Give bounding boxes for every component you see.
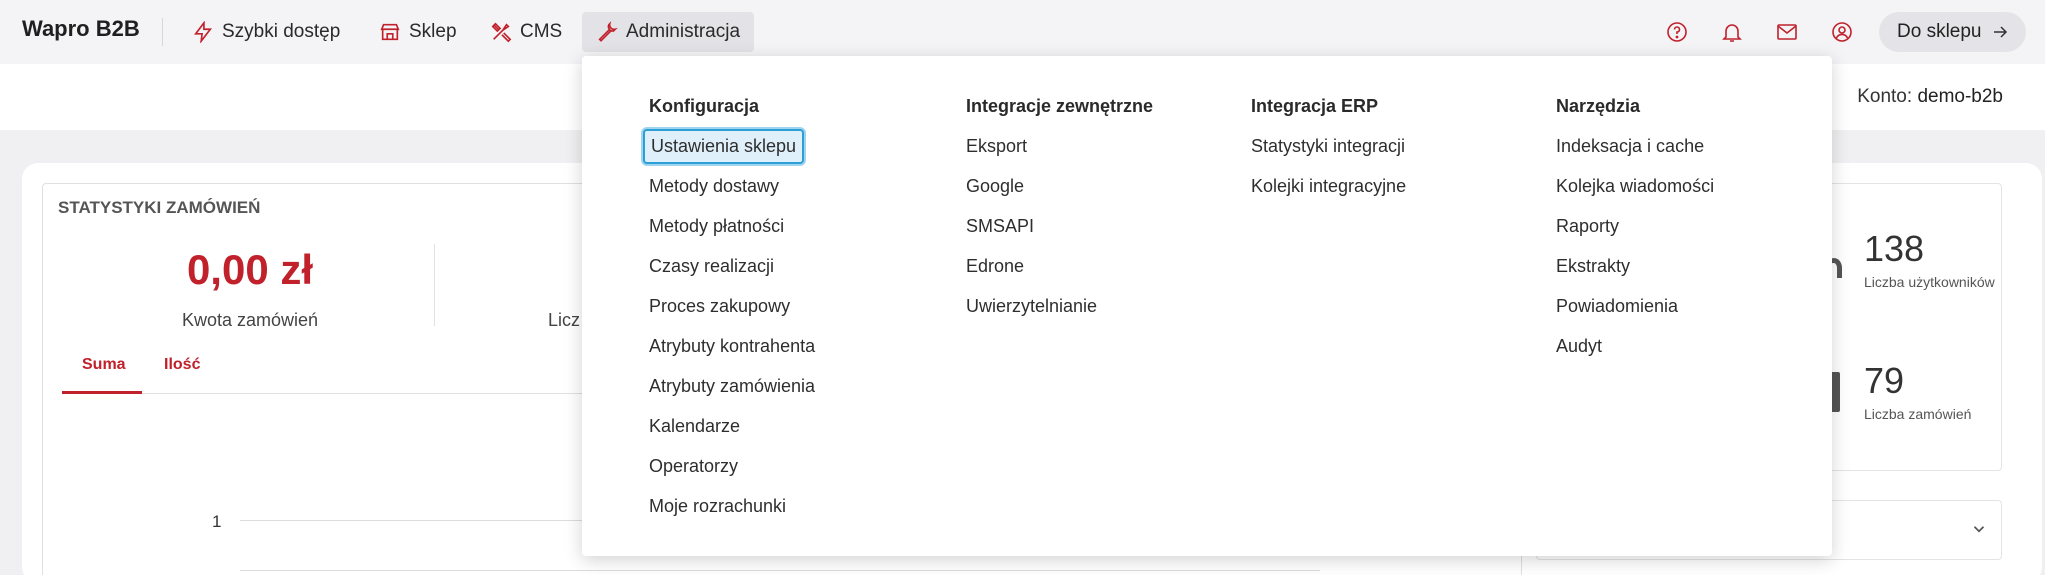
wrench-icon bbox=[598, 21, 618, 42]
order-stats-title: STATYSTYKI ZAMÓWIEŃ bbox=[50, 198, 269, 218]
account-info: Konto: demo-b2b bbox=[1857, 86, 2003, 108]
administracja-mega-menu: Konfiguracja Ustawienia sklepu Metody do… bbox=[582, 56, 1832, 556]
menu-item-ustawienia-sklepu[interactable]: Ustawienia sklepu bbox=[643, 129, 805, 164]
menu-item-audyt[interactable]: Audyt bbox=[1556, 336, 1602, 357]
menu-item-uwierzytelnianie[interactable]: Uwierzytelnianie bbox=[966, 296, 1097, 317]
menu-item-atrybuty-kontrahenta[interactable]: Atrybuty kontrahenta bbox=[649, 336, 815, 357]
nav-item-sklep[interactable]: Sklep bbox=[365, 12, 471, 52]
order-count-label: Licz bbox=[548, 310, 581, 330]
menu-item-raporty[interactable]: Raporty bbox=[1556, 216, 1619, 237]
menu-item-google[interactable]: Google bbox=[966, 176, 1024, 197]
help-icon[interactable] bbox=[1665, 20, 1689, 44]
menu-item-metody-platnosci[interactable]: Metody płatności bbox=[649, 216, 784, 237]
menu-item-statystyki-integracji[interactable]: Statystyki integracji bbox=[1251, 136, 1405, 157]
orders-count-label: Liczba zamówień bbox=[1864, 406, 1972, 422]
menu-header-integracje-zewnetrzne: Integracje zewnętrzne bbox=[966, 96, 1154, 116]
menu-item-atrybuty-zamowienia[interactable]: Atrybuty zamówienia bbox=[649, 376, 815, 397]
menu-item-indeksacja-i-cache[interactable]: Indeksacja i cache bbox=[1556, 136, 1704, 157]
menu-item-proces-zakupowy[interactable]: Proces zakupowy bbox=[649, 296, 790, 317]
to-shop-label: Do sklepu bbox=[1897, 21, 1982, 42]
menu-item-smsapi[interactable]: SMSAPI bbox=[966, 216, 1034, 237]
menu-item-operatorzy[interactable]: Operatorzy bbox=[649, 456, 738, 477]
tab-suma[interactable]: Suma bbox=[82, 356, 126, 374]
bell-icon[interactable] bbox=[1720, 20, 1744, 44]
tab-ilosc[interactable]: Ilość bbox=[164, 356, 200, 374]
menu-item-eksport[interactable]: Eksport bbox=[966, 136, 1027, 157]
menu-header-konfiguracja: Konfiguracja bbox=[649, 96, 760, 116]
account-label: Konto: bbox=[1857, 86, 1913, 107]
stats-divider bbox=[434, 244, 435, 326]
nav-item-label: Szybki dostęp bbox=[222, 21, 341, 42]
nav-item-label: CMS bbox=[520, 21, 563, 42]
lightning-icon bbox=[194, 21, 213, 43]
nav-item-szybki-dostep[interactable]: Szybki dostęp bbox=[178, 12, 354, 52]
order-amount-value: 0,00 zł bbox=[186, 246, 314, 293]
users-count-label: Liczba użytkowników bbox=[1864, 274, 1995, 290]
menu-item-kolejka-wiadomosci[interactable]: Kolejka wiadomości bbox=[1556, 176, 1714, 197]
menu-item-moje-rozrachunki[interactable]: Moje rozrachunki bbox=[649, 496, 786, 517]
menu-item-ekstrakty[interactable]: Ekstrakty bbox=[1556, 256, 1630, 277]
nav-item-label: Administracja bbox=[626, 21, 741, 42]
active-tab-indicator bbox=[62, 391, 142, 394]
menu-header-narzedzia: Narzędzia bbox=[1556, 96, 1641, 116]
orders-count: 79 bbox=[1864, 360, 1905, 401]
nav-item-cms[interactable]: CMS bbox=[476, 12, 576, 52]
chart-y-tick: 1 bbox=[212, 512, 222, 531]
menu-item-powiadomienia[interactable]: Powiadomienia bbox=[1556, 296, 1678, 317]
brand-logo[interactable]: Wapro B2B bbox=[22, 16, 140, 42]
mail-icon[interactable] bbox=[1775, 20, 1799, 44]
menu-item-kolejki-integracyjne[interactable]: Kolejki integracyjne bbox=[1251, 176, 1406, 197]
chevron-down-icon[interactable] bbox=[1970, 520, 1988, 538]
menu-item-metody-dostawy[interactable]: Metody dostawy bbox=[649, 176, 779, 197]
top-navbar: Wapro B2B Szybki dostęp Sklep CMS Admini… bbox=[0, 0, 2045, 64]
order-amount-label: Kwota zamówień bbox=[181, 310, 319, 330]
user-icon[interactable] bbox=[1830, 20, 1854, 44]
arrow-right-icon bbox=[1993, 26, 2007, 38]
account-value: demo-b2b bbox=[1917, 86, 2003, 107]
nav-divider bbox=[162, 18, 163, 46]
tools-icon bbox=[491, 22, 512, 43]
store-icon bbox=[380, 23, 400, 41]
users-count: 138 bbox=[1864, 228, 1925, 269]
nav-item-administracja[interactable]: Administracja bbox=[582, 12, 755, 52]
nav-item-label: Sklep bbox=[409, 21, 457, 42]
chart-gridline bbox=[240, 570, 1320, 571]
to-shop-button[interactable]: Do sklepu bbox=[1879, 12, 2026, 52]
menu-item-kalendarze[interactable]: Kalendarze bbox=[649, 416, 740, 437]
menu-item-edrone[interactable]: Edrone bbox=[966, 256, 1024, 277]
menu-header-integracja-erp: Integracja ERP bbox=[1251, 96, 1379, 116]
menu-item-czasy-realizacji[interactable]: Czasy realizacji bbox=[649, 256, 774, 277]
